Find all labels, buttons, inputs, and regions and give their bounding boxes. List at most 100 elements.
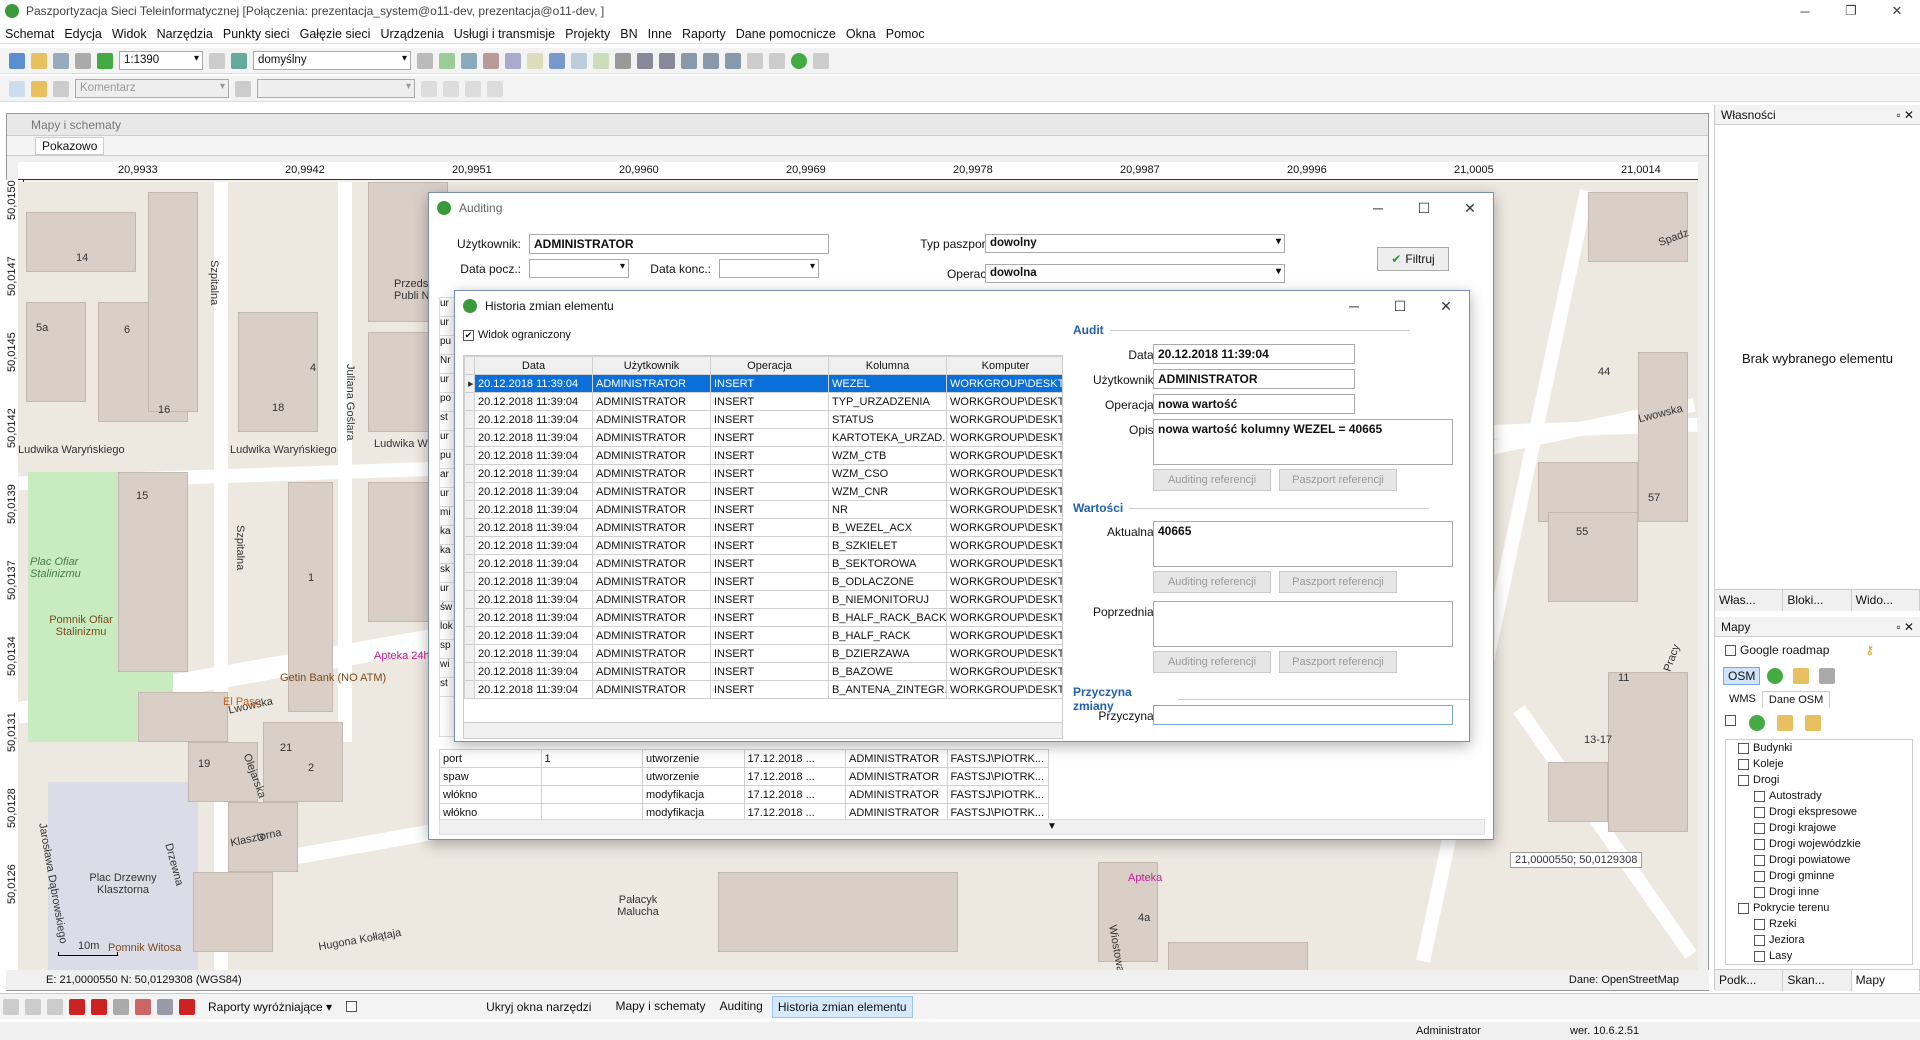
refresh-icon[interactable] — [1749, 715, 1765, 731]
table-row[interactable]: 20.12.2018 11:39:04 ADMINISTRATOR INSERT B_… — [464, 518, 1062, 537]
line-icon[interactable] — [421, 80, 437, 97]
open-icon[interactable] — [31, 52, 47, 69]
tree-checkbox[interactable] — [1738, 774, 1749, 786]
tab-osm-data[interactable]: Dane OSM — [1761, 691, 1831, 708]
google-checkbox[interactable] — [1725, 644, 1736, 656]
auditing-reference-button[interactable]: Auditing referencji — [1153, 651, 1271, 673]
tree-checkbox[interactable] — [1754, 886, 1765, 898]
edit-icon[interactable] — [1793, 668, 1810, 684]
column-header[interactable]: Użytkownik — [592, 356, 711, 375]
tab-pokazowo[interactable]: Pokazowo — [35, 136, 105, 155]
date-field[interactable]: 20.12.2018 11:39:04 — [1153, 344, 1355, 364]
audit-row-cell[interactable]: po — [440, 393, 454, 412]
audit-row-cell[interactable]: Nr — [440, 355, 454, 374]
filter-button[interactable]: ✔ Filtruj — [1377, 247, 1449, 271]
table-row[interactable]: 20.12.2018 11:39:04 ADMINISTRATOR INSERT WZ… — [464, 482, 1062, 501]
tree-item[interactable]: Autostrady — [1730, 788, 1912, 804]
select-area-icon[interactable] — [571, 52, 587, 69]
tree-item[interactable]: Drogi inne — [1730, 884, 1912, 900]
column-header[interactable]: Komputer — [946, 356, 1062, 375]
audit-row-cell[interactable]: ar — [440, 469, 454, 488]
audit-row-cell[interactable]: mi — [440, 507, 454, 526]
audit-row-cell[interactable]: st — [440, 678, 454, 697]
key-icon[interactable]: ⚷ — [1865, 643, 1874, 657]
table-row[interactable]: 20.12.2018 11:39:04 ADMINISTRATOR INSERT B_… — [464, 590, 1062, 609]
globe-icon[interactable] — [791, 52, 807, 69]
tree-checkbox[interactable] — [1754, 790, 1765, 802]
panel-tab[interactable]: Bloki... — [1783, 590, 1852, 611]
select-all-checkbox[interactable] — [1725, 715, 1736, 726]
stop-icon[interactable] — [91, 998, 107, 1015]
save-icon[interactable] — [53, 52, 69, 69]
table-row[interactable]: 20.12.2018 11:39:04 ADMINISTRATOR INSERT KA… — [464, 428, 1062, 447]
task-button[interactable]: Mapy i schematy — [610, 996, 710, 1018]
tree-item[interactable]: Lasy — [1730, 948, 1912, 964]
pin-icon[interactable]: ▫ ✕ — [1896, 620, 1914, 634]
tree-checkbox[interactable] — [1754, 822, 1765, 834]
table-row[interactable]: 20.12.2018 11:39:04 ADMINISTRATOR INSERT B_… — [464, 554, 1062, 573]
toggle-checkbox[interactable] — [346, 1001, 358, 1012]
align-icon[interactable] — [681, 52, 697, 69]
distribute-icon[interactable] — [703, 52, 719, 69]
menu-8[interactable]: Projekty — [560, 27, 615, 41]
menu-6[interactable]: Urządzenia — [375, 27, 448, 41]
comment-select[interactable]: Komentarz — [75, 79, 229, 98]
audit-row-cell[interactable]: lok — [440, 621, 454, 640]
tree-item[interactable]: Drogi gminne — [1730, 868, 1912, 884]
minimize-icon[interactable]: ─ — [1331, 291, 1377, 321]
zoom-icon[interactable] — [209, 52, 225, 69]
column-header[interactable]: Operacja — [710, 356, 829, 375]
audit-row-cell[interactable]: ur — [440, 431, 454, 450]
operation-select[interactable]: dowolna — [985, 264, 1285, 283]
scale-select[interactable]: 1:1390 — [119, 51, 203, 70]
tree-checkbox[interactable] — [1754, 950, 1765, 962]
audit-row-cell[interactable]: sk — [440, 564, 454, 583]
pointer-icon[interactable] — [9, 80, 25, 97]
edit-icon[interactable] — [1805, 715, 1821, 731]
menu-14[interactable]: Pomoc — [881, 27, 930, 41]
new-icon[interactable] — [9, 52, 25, 69]
menu-10[interactable]: Inne — [643, 27, 677, 41]
grid-icon[interactable] — [157, 998, 173, 1015]
reason-field[interactable] — [1153, 705, 1453, 725]
scroll-down-icon[interactable]: ▼ — [1047, 821, 1057, 832]
table-row[interactable]: 20.12.2018 11:39:04 ADMINISTRATOR INSERT B_… — [464, 680, 1062, 699]
close-icon[interactable]: ✕ — [1423, 291, 1469, 321]
panel-tab[interactable]: Podk... — [1715, 970, 1784, 991]
close-icon[interactable]: ✕ — [1447, 193, 1493, 223]
passport-reference-button[interactable]: Paszport referencji — [1279, 571, 1397, 593]
tree-checkbox[interactable] — [1754, 806, 1765, 818]
table-row[interactable]: 20.12.2018 11:39:04 ADMINISTRATOR INSERT B_… — [464, 536, 1062, 555]
tree-checkbox[interactable] — [1754, 918, 1765, 930]
tree-item[interactable]: Budynki — [1730, 740, 1912, 756]
menu-5[interactable]: Gałęzie sieci — [295, 27, 376, 41]
audit-row-cell[interactable]: pu — [440, 336, 454, 355]
audit-row-cell[interactable]: ur — [440, 488, 454, 507]
table-row[interactable]: 20.12.2018 11:39:04 ADMINISTRATOR INSERT WZ… — [464, 446, 1062, 465]
tree-item[interactable]: Drogi wojewódzkie — [1730, 836, 1912, 852]
audit-row-cell[interactable]: ur — [440, 298, 454, 317]
passport-reference-button[interactable]: Paszport referencji — [1279, 469, 1397, 491]
export-icon[interactable] — [1777, 715, 1793, 731]
layers-icon[interactable] — [417, 52, 433, 69]
user-icon[interactable] — [813, 52, 829, 69]
tree-checkbox[interactable] — [1754, 854, 1765, 866]
table-row[interactable]: ▸ 20.12.2018 11:39:04 ADMINISTRATOR INSERT W… — [464, 374, 1062, 393]
auditing-reference-button[interactable]: Auditing referencji — [1153, 469, 1271, 491]
minimize-icon[interactable]: ─ — [1355, 193, 1401, 223]
limited-view-checkbox[interactable]: ✔ — [463, 329, 474, 341]
audit-row-cell[interactable]: wi — [440, 659, 454, 678]
column-header[interactable]: Kolumna — [828, 356, 947, 375]
panel-tab[interactable]: Mapy — [1851, 970, 1920, 991]
user-field[interactable]: ADMINISTRATOR — [529, 234, 829, 254]
audit-row-cell[interactable]: św — [440, 602, 454, 621]
measure-icon[interactable] — [527, 52, 543, 69]
menu-0[interactable]: Schemat — [0, 27, 59, 41]
menu-9[interactable]: BN — [615, 27, 642, 41]
table-row[interactable]: 20.12.2018 11:39:04 ADMINISTRATOR INSERT WZ… — [464, 464, 1062, 483]
tree-checkbox[interactable] — [1738, 758, 1749, 770]
report-icon[interactable] — [593, 52, 609, 69]
grid-icon[interactable] — [461, 52, 477, 69]
tree-item[interactable]: Drogi ekspresowe — [1730, 804, 1912, 820]
pin-icon[interactable]: ▫ ✕ — [1896, 108, 1914, 122]
